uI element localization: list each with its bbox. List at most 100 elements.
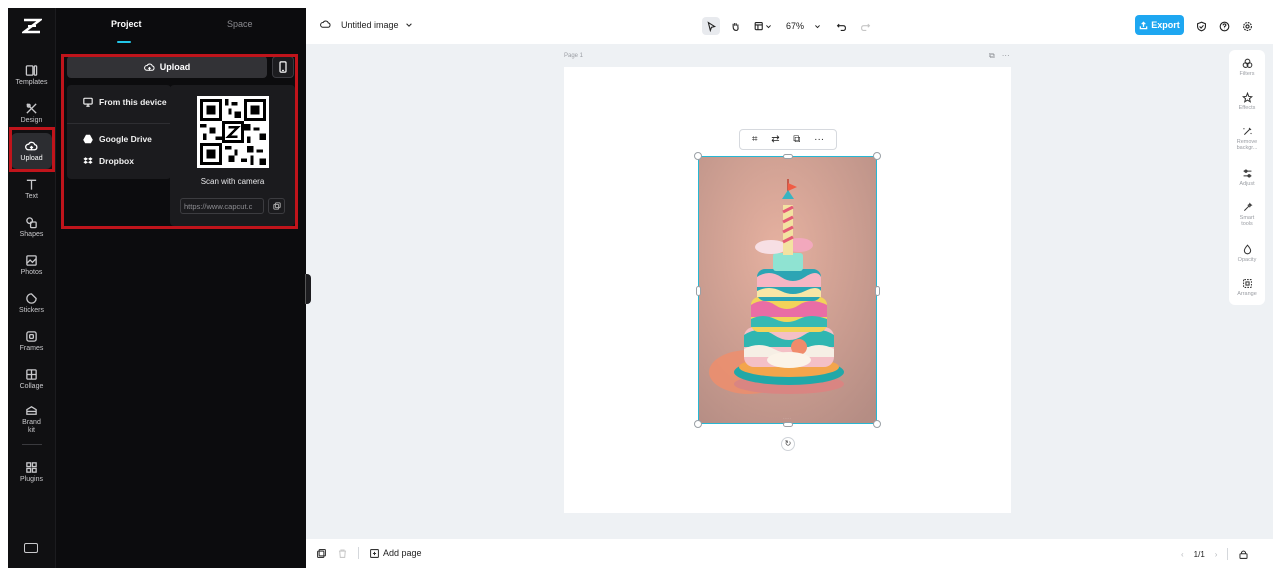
tool-label: Smart tools bbox=[1239, 215, 1255, 227]
bottom-bar: Add page ‹ 1/1 › bbox=[306, 539, 1273, 568]
rail-item-design[interactable]: Design bbox=[11, 95, 52, 131]
adjust-icon bbox=[1243, 169, 1251, 178]
rail-item-shapes[interactable]: Shapes bbox=[11, 209, 52, 245]
export-button-label: Export bbox=[1151, 20, 1180, 30]
resize-handle-top[interactable] bbox=[783, 154, 793, 159]
element-floating-toolbar: ⌗ ⇄ ⧉ ··· bbox=[739, 129, 837, 150]
next-page-button[interactable]: › bbox=[1215, 550, 1218, 559]
export-button[interactable]: Export bbox=[1135, 15, 1184, 35]
settings-button[interactable] bbox=[1238, 17, 1256, 35]
resize-handle-right[interactable] bbox=[875, 286, 880, 296]
help-button[interactable] bbox=[1215, 17, 1233, 35]
layers-icon[interactable] bbox=[316, 548, 327, 559]
right-tools-panel: Filters Effects Remove backgr... Adjust … bbox=[1229, 50, 1265, 305]
tool-arrange[interactable]: Arrange bbox=[1229, 278, 1265, 297]
design-icon bbox=[26, 102, 37, 114]
rail-label: Design bbox=[20, 116, 43, 124]
cloud-icon bbox=[320, 20, 331, 28]
shield-icon bbox=[1196, 21, 1206, 31]
page-more-button[interactable]: ··· bbox=[1002, 51, 1010, 61]
rail-item-photos[interactable]: Photos bbox=[11, 247, 52, 283]
zoom-level[interactable]: 67% bbox=[786, 21, 804, 31]
tool-label: Arrange bbox=[1237, 291, 1257, 297]
stickers-icon bbox=[26, 292, 37, 304]
photos-icon bbox=[26, 254, 37, 266]
smart-tools-icon bbox=[1243, 202, 1253, 212]
export-icon bbox=[1139, 20, 1148, 29]
selected-image[interactable]: · · · · · bbox=[698, 156, 877, 424]
tool-adjust[interactable]: Adjust bbox=[1229, 168, 1265, 187]
undo-button[interactable] bbox=[832, 17, 850, 35]
capcut-logo-icon bbox=[22, 18, 42, 34]
rail-label: Photos bbox=[20, 268, 43, 276]
shapes-icon bbox=[26, 216, 37, 228]
lock-icon[interactable] bbox=[1238, 549, 1249, 560]
panel-tabs: Project Space bbox=[56, 8, 307, 48]
redo-button[interactable] bbox=[856, 17, 874, 35]
rail-divider bbox=[22, 444, 42, 445]
bottom-left-actions: Add page bbox=[316, 547, 422, 559]
zoom-menu-button[interactable] bbox=[808, 17, 826, 35]
bottom-divider bbox=[358, 547, 359, 559]
tool-opacity[interactable]: Opacity bbox=[1229, 244, 1265, 263]
page-count: 1/1 bbox=[1193, 549, 1205, 559]
resize-handle-bottom[interactable] bbox=[783, 422, 793, 427]
rail-item-text[interactable]: Text bbox=[11, 171, 52, 207]
add-page-button[interactable]: Add page bbox=[369, 548, 422, 559]
rail-label: Shapes bbox=[19, 230, 44, 238]
filters-icon bbox=[1242, 58, 1252, 68]
shield-button[interactable] bbox=[1192, 17, 1210, 35]
opacity-icon bbox=[1243, 244, 1251, 255]
more-options-button[interactable]: ··· bbox=[814, 134, 824, 145]
panel-collapse-handle[interactable] bbox=[305, 274, 311, 304]
add-page-icon bbox=[370, 548, 379, 558]
duplicate-page-icon[interactable]: ⧉ bbox=[989, 51, 995, 61]
rail-item-stickers[interactable]: Stickers bbox=[11, 285, 52, 321]
text-icon bbox=[26, 179, 37, 190]
duplicate-icon[interactable]: ⧉ bbox=[793, 134, 800, 145]
tool-smart-tools[interactable]: Smart tools bbox=[1229, 202, 1265, 227]
svg-text:· · · · ·: · · · · · bbox=[783, 416, 792, 420]
trash-icon[interactable] bbox=[337, 548, 348, 559]
document-title-text: Untitled image bbox=[341, 19, 399, 30]
tool-effects[interactable]: Effects bbox=[1229, 92, 1265, 111]
rail-label: Text bbox=[25, 192, 38, 200]
top-bar: Untitled image 67% Export bbox=[306, 8, 1273, 44]
rail-item-plugins[interactable]: Plugins bbox=[11, 454, 52, 490]
active-tab-indicator bbox=[117, 41, 131, 43]
hand-tool-button[interactable] bbox=[726, 17, 744, 35]
effects-icon bbox=[1241, 92, 1253, 103]
layout-menu-button[interactable] bbox=[750, 17, 776, 35]
select-tool-button[interactable] bbox=[702, 17, 720, 35]
resize-handle-top-left[interactable] bbox=[694, 152, 702, 160]
rail-item-collage[interactable]: Collage bbox=[11, 361, 52, 397]
tool-label: Remove backgr... bbox=[1236, 139, 1258, 151]
left-rail: Templates Design Upload Text Shapes Phot… bbox=[8, 8, 55, 568]
brand-kit-icon bbox=[26, 405, 37, 415]
tab-project[interactable]: Project bbox=[111, 19, 142, 29]
rail-label: Stickers bbox=[19, 306, 44, 314]
tool-label: Filters bbox=[1239, 71, 1255, 77]
tab-space[interactable]: Space bbox=[227, 19, 253, 29]
canvas-toolbar: 67% bbox=[702, 17, 880, 35]
rotate-handle-icon[interactable]: ↻ bbox=[781, 437, 795, 451]
rail-item-templates[interactable]: Templates bbox=[11, 57, 52, 93]
replace-icon[interactable]: ⇄ bbox=[771, 134, 779, 145]
rail-item-frames[interactable]: Frames bbox=[11, 323, 52, 359]
add-page-label: Add page bbox=[383, 548, 422, 558]
resize-handle-bottom-right[interactable] bbox=[873, 420, 881, 428]
prev-page-button[interactable]: ‹ bbox=[1181, 550, 1184, 559]
resize-handle-top-right[interactable] bbox=[873, 152, 881, 160]
tool-remove-background[interactable]: Remove backgr... bbox=[1229, 126, 1265, 151]
rail-label: Templates bbox=[15, 78, 48, 86]
resize-handle-bottom-left[interactable] bbox=[694, 420, 702, 428]
tool-label: Effects bbox=[1238, 105, 1256, 111]
upload-highlight-box bbox=[61, 54, 298, 229]
tool-filters[interactable]: Filters bbox=[1229, 58, 1265, 77]
rail-item-brand-kit[interactable]: Brand kit bbox=[11, 399, 52, 439]
keyboard-shortcuts-icon[interactable] bbox=[24, 543, 38, 553]
crop-icon[interactable]: ⌗ bbox=[752, 134, 758, 145]
document-title[interactable]: Untitled image bbox=[320, 19, 413, 30]
resize-handle-left[interactable] bbox=[696, 286, 701, 296]
app-window: Templates Design Upload Text Shapes Phot… bbox=[8, 8, 1273, 568]
